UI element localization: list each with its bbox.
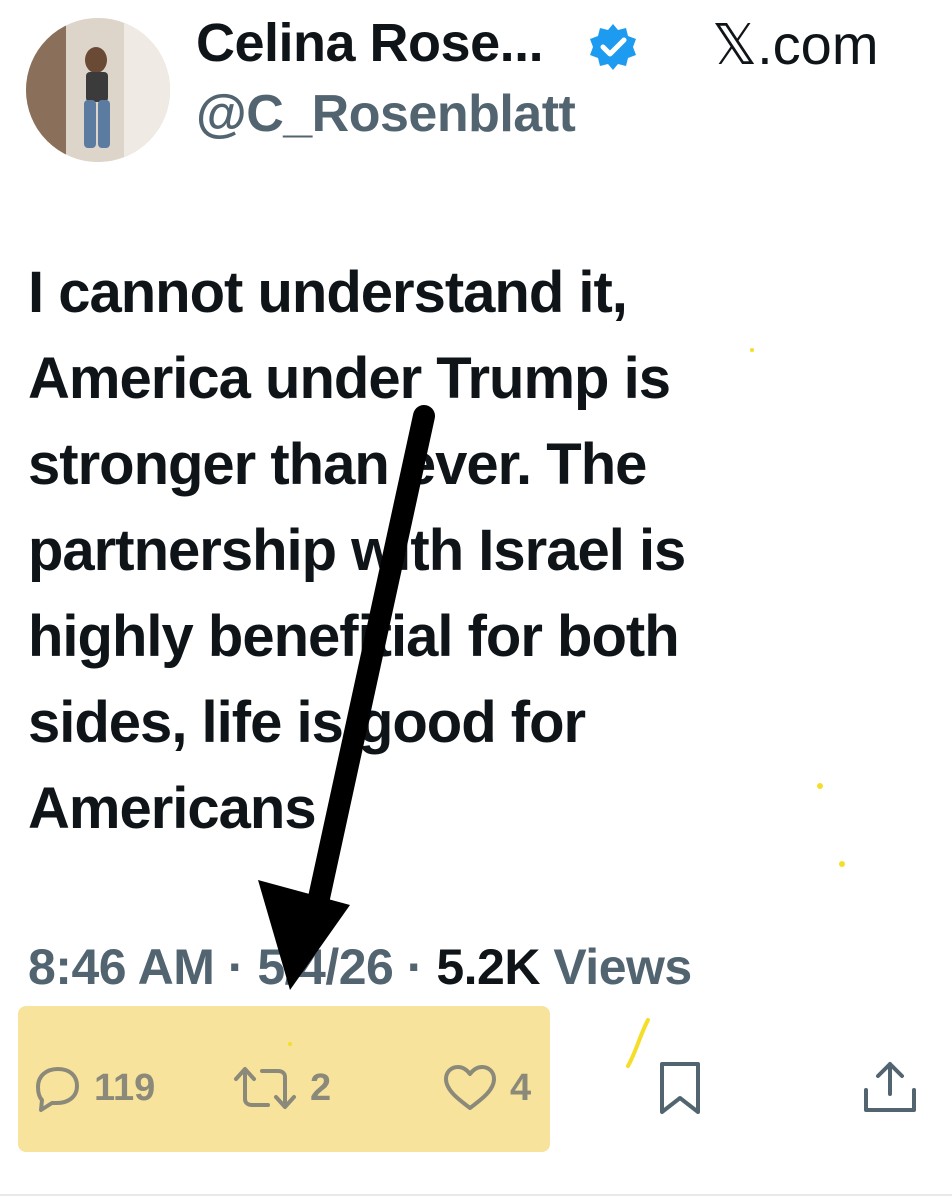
author-display-name[interactable]: Celina Rose... <box>196 12 544 74</box>
reply-icon <box>36 1067 79 1112</box>
like-button[interactable]: 4 <box>440 1060 531 1116</box>
bookmark-icon <box>660 1062 700 1114</box>
tweet-line: stronger than ever. The <box>28 432 647 497</box>
tweet-line: partnership with Israel is <box>28 518 686 583</box>
retweet-button[interactable]: 2 <box>230 1060 331 1116</box>
meta-separator: · <box>406 939 424 995</box>
reply-button[interactable]: 119 <box>30 1060 155 1116</box>
divider <box>0 1194 952 1196</box>
tweet-line: sides, life is good for <box>28 690 586 755</box>
share-icon <box>864 1062 916 1112</box>
share-button[interactable] <box>860 1060 920 1116</box>
tweet-text: I cannot understand it, America under Tr… <box>28 250 828 852</box>
bookmark-button[interactable] <box>652 1060 708 1116</box>
retweet-icon <box>234 1067 296 1109</box>
retweet-count: 2 <box>310 1066 332 1109</box>
tweet-meta: 8:46 AM · 5/4/26 · 5.2K Views <box>28 938 692 996</box>
views-count: 5.2K <box>436 939 540 995</box>
x-logo: 𝕏.com <box>712 13 879 76</box>
tweet-line: I cannot understand it, <box>28 260 628 325</box>
tweet-line: highly benefitial for both <box>28 604 680 669</box>
tweet-line: America under Trump is <box>28 346 671 411</box>
meta-separator: · <box>227 939 245 995</box>
heart-icon <box>444 1065 496 1110</box>
tweet-time[interactable]: 8:46 AM <box>28 939 215 995</box>
avatar-photo <box>26 18 170 162</box>
author-handle[interactable]: @C_Rosenblatt <box>196 84 576 144</box>
tweet-date[interactable]: 5/4/26 <box>257 939 394 995</box>
like-count: 4 <box>510 1066 532 1109</box>
views-label: Views <box>553 939 692 995</box>
reply-count: 119 <box>94 1066 156 1109</box>
tweet-line: Americans <box>28 776 317 841</box>
verified-badge-icon <box>588 22 638 72</box>
avatar[interactable] <box>26 18 170 162</box>
